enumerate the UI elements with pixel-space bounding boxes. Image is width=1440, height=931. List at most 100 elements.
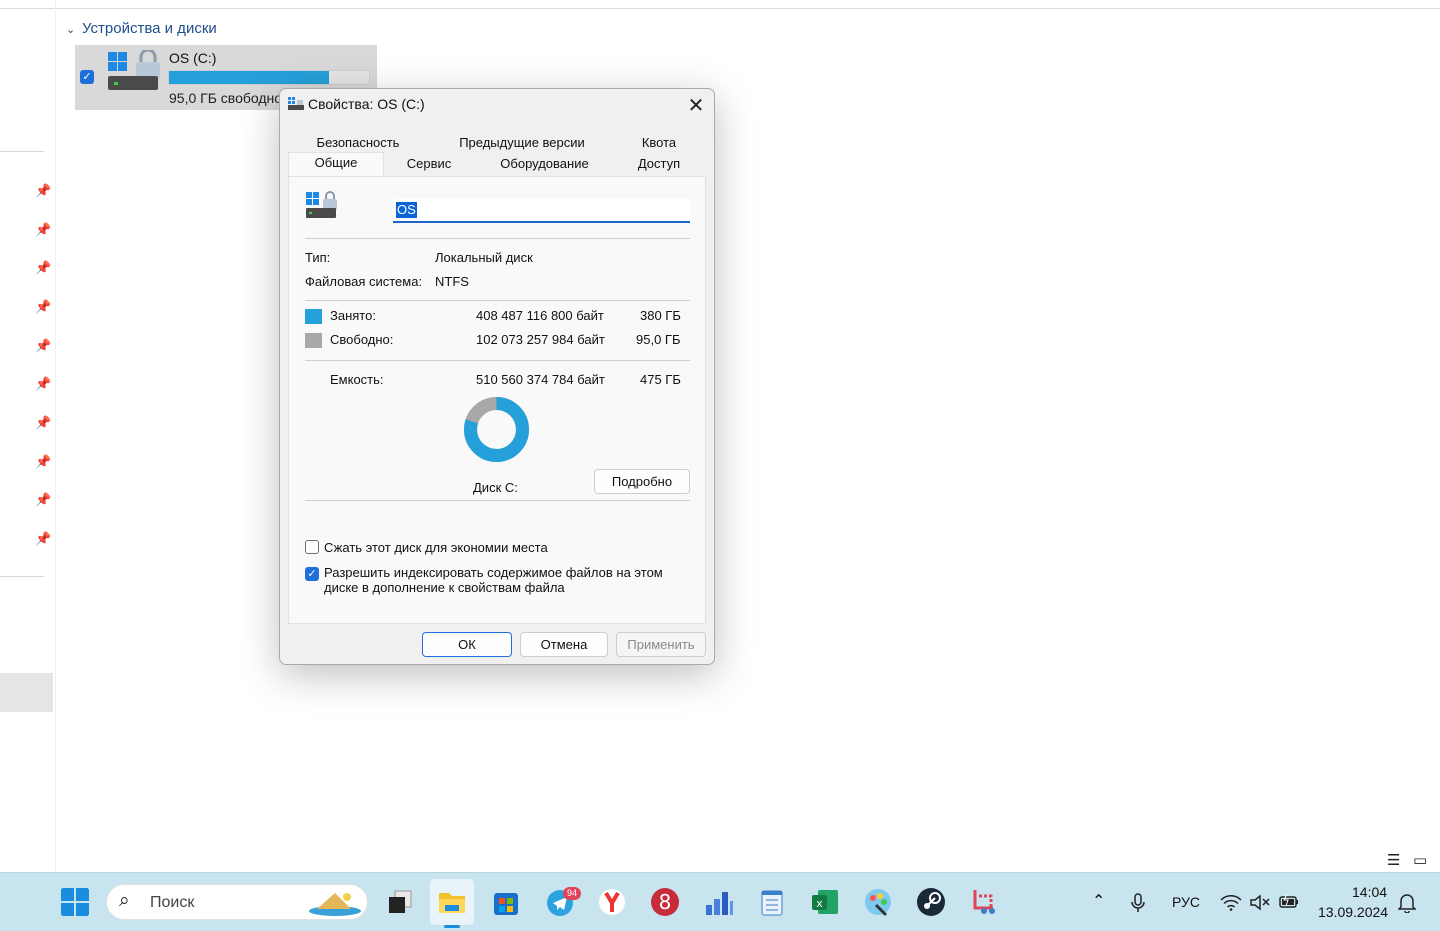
volume-label-value: OS [396,202,417,218]
close-icon[interactable]: ✕ [682,92,710,120]
search-highlight-image [309,893,361,916]
nav-divider [0,151,44,152]
snipping-tool-icon[interactable] [970,887,1000,917]
pin-icon[interactable]: 📌 [35,416,51,430]
tab-tools[interactable]: Сервис [384,156,474,171]
yandex-browser-icon[interactable] [597,887,627,917]
drive-small-icon [288,97,304,110]
volume-label-input[interactable]: OS [393,199,690,223]
drive-name: OS (C:) [169,50,217,66]
compress-checkbox[interactable] [305,540,319,554]
drive-checkbox[interactable]: ✓ [80,70,94,84]
drive-usage-fill [169,71,329,84]
index-label-line1[interactable]: Разрешить индексировать содержимое файло… [324,565,663,580]
show-hidden-icons-icon[interactable]: ⌃ [1092,891,1105,911]
divider [305,300,690,301]
pin-icon[interactable]: 📌 [35,532,51,546]
cancel-button[interactable]: Отмена [520,632,608,657]
type-label: Тип: [305,250,331,265]
disk-usage-donut [464,397,529,462]
telegram-badge: 94 [563,887,581,900]
apply-button[interactable]: Применить [616,632,706,657]
microphone-icon[interactable] [1130,893,1146,913]
drive-large-icon [306,191,337,218]
clock-time[interactable]: 14:04 [1352,884,1387,900]
excel-icon[interactable]: x [810,887,840,917]
used-bytes: 408 487 116 800 байт [476,308,604,323]
section-title: Устройства и диски [82,20,217,37]
tab-general[interactable]: Общие [288,152,384,177]
svg-text:x: x [816,897,823,910]
index-checkbox[interactable]: ✓ [305,567,319,581]
dialog-title: Свойства: OS (C:) [308,96,425,112]
ok-button[interactable]: ОК [422,632,512,657]
pin-icon[interactable]: 📌 [35,493,51,507]
svg-text:8: 8 [659,890,672,914]
pin-icon[interactable]: 📌 [35,339,51,353]
tab-quota[interactable]: Квота [614,135,704,150]
app-8-icon[interactable]: 8 [650,887,680,917]
search-placeholder: Поиск [150,894,195,911]
file-explorer-icon[interactable] [437,887,467,917]
nav-selected-item[interactable] [0,673,53,712]
tab-security[interactable]: Безопасность [288,135,428,150]
tab-hardware[interactable]: Оборудование [478,156,611,171]
dialog-title-bar[interactable]: Свойства: OS (C:) [288,96,425,112]
pin-icon[interactable]: 📌 [35,184,51,198]
drive-free-space: 95,0 ГБ свободно [169,90,283,106]
language-indicator[interactable]: РУС [1172,894,1200,910]
nav-divider [0,576,44,577]
drive-usage-bar [168,70,370,85]
paint-icon[interactable] [863,887,893,917]
details-button[interactable]: Подробно [594,469,690,494]
pin-icon[interactable]: 📌 [35,300,51,314]
disk-letter-label: Диск C: [473,480,518,495]
start-icon[interactable] [60,887,90,917]
clock-date[interactable]: 13.09.2024 [1318,904,1388,920]
microsoft-store-icon[interactable] [491,887,521,917]
tab-strip: Безопасность Предыдущие версии Квота Общ… [288,131,706,177]
pin-icon[interactable]: 📌 [35,377,51,391]
volume-muted-icon[interactable] [1249,894,1271,911]
pin-icon[interactable]: 📌 [35,455,51,469]
details-view-icon[interactable]: ☰ [1387,851,1400,869]
used-size: 380 ГБ [640,308,681,323]
divider [305,238,690,239]
taskbar: ⌕ Поиск 94 8 x ⌃ РУС 14:04 13.09.2024 [0,872,1440,931]
notepad-icon[interactable] [757,887,787,917]
pin-icon[interactable]: 📌 [35,261,51,275]
filesystem-value: NTFS [435,274,469,289]
tab-sharing[interactable]: Доступ [614,156,704,171]
task-view-icon[interactable] [385,887,415,917]
used-label: Занято: [330,308,376,323]
properties-dialog: Свойства: OS (C:) ✕ Безопасность Предыду… [279,88,715,665]
tab-previous-versions[interactable]: Предыдущие версии [433,135,611,150]
search-icon: ⌕ [119,890,130,911]
wifi-icon[interactable] [1220,894,1242,911]
notifications-bell-icon[interactable] [1398,893,1416,913]
battery-charging-icon[interactable] [1278,893,1300,910]
free-color-swatch [305,333,322,348]
pin-icon[interactable]: 📌 [35,223,51,237]
active-app-indicator [444,925,460,928]
navigation-pane [0,0,56,872]
filesystem-label: Файловая система: [305,274,423,289]
drive-icon [108,50,160,90]
used-color-swatch [305,309,322,324]
search-box[interactable]: ⌕ Поиск [106,884,368,920]
capacity-bytes: 510 560 374 784 байт [476,372,605,387]
index-label-line2[interactable]: диске в дополнение к свойствам файла [324,580,565,595]
tiles-view-icon[interactable]: ▭ [1413,851,1427,869]
free-bytes: 102 073 257 984 байт [476,332,605,347]
devices-section-header[interactable]: ⌄ Устройства и диски [66,20,217,37]
type-value: Локальный диск [435,250,533,265]
capacity-size: 475 ГБ [640,372,681,387]
chart-app-icon[interactable] [704,887,734,917]
compress-label[interactable]: Сжать этот диск для экономии места [324,540,548,555]
capacity-label: Емкость: [330,372,384,387]
steam-icon[interactable] [916,887,946,917]
divider [305,360,690,361]
chevron-down-icon: ⌄ [66,24,76,36]
free-size: 95,0 ГБ [636,332,681,347]
top-divider [0,8,1440,9]
